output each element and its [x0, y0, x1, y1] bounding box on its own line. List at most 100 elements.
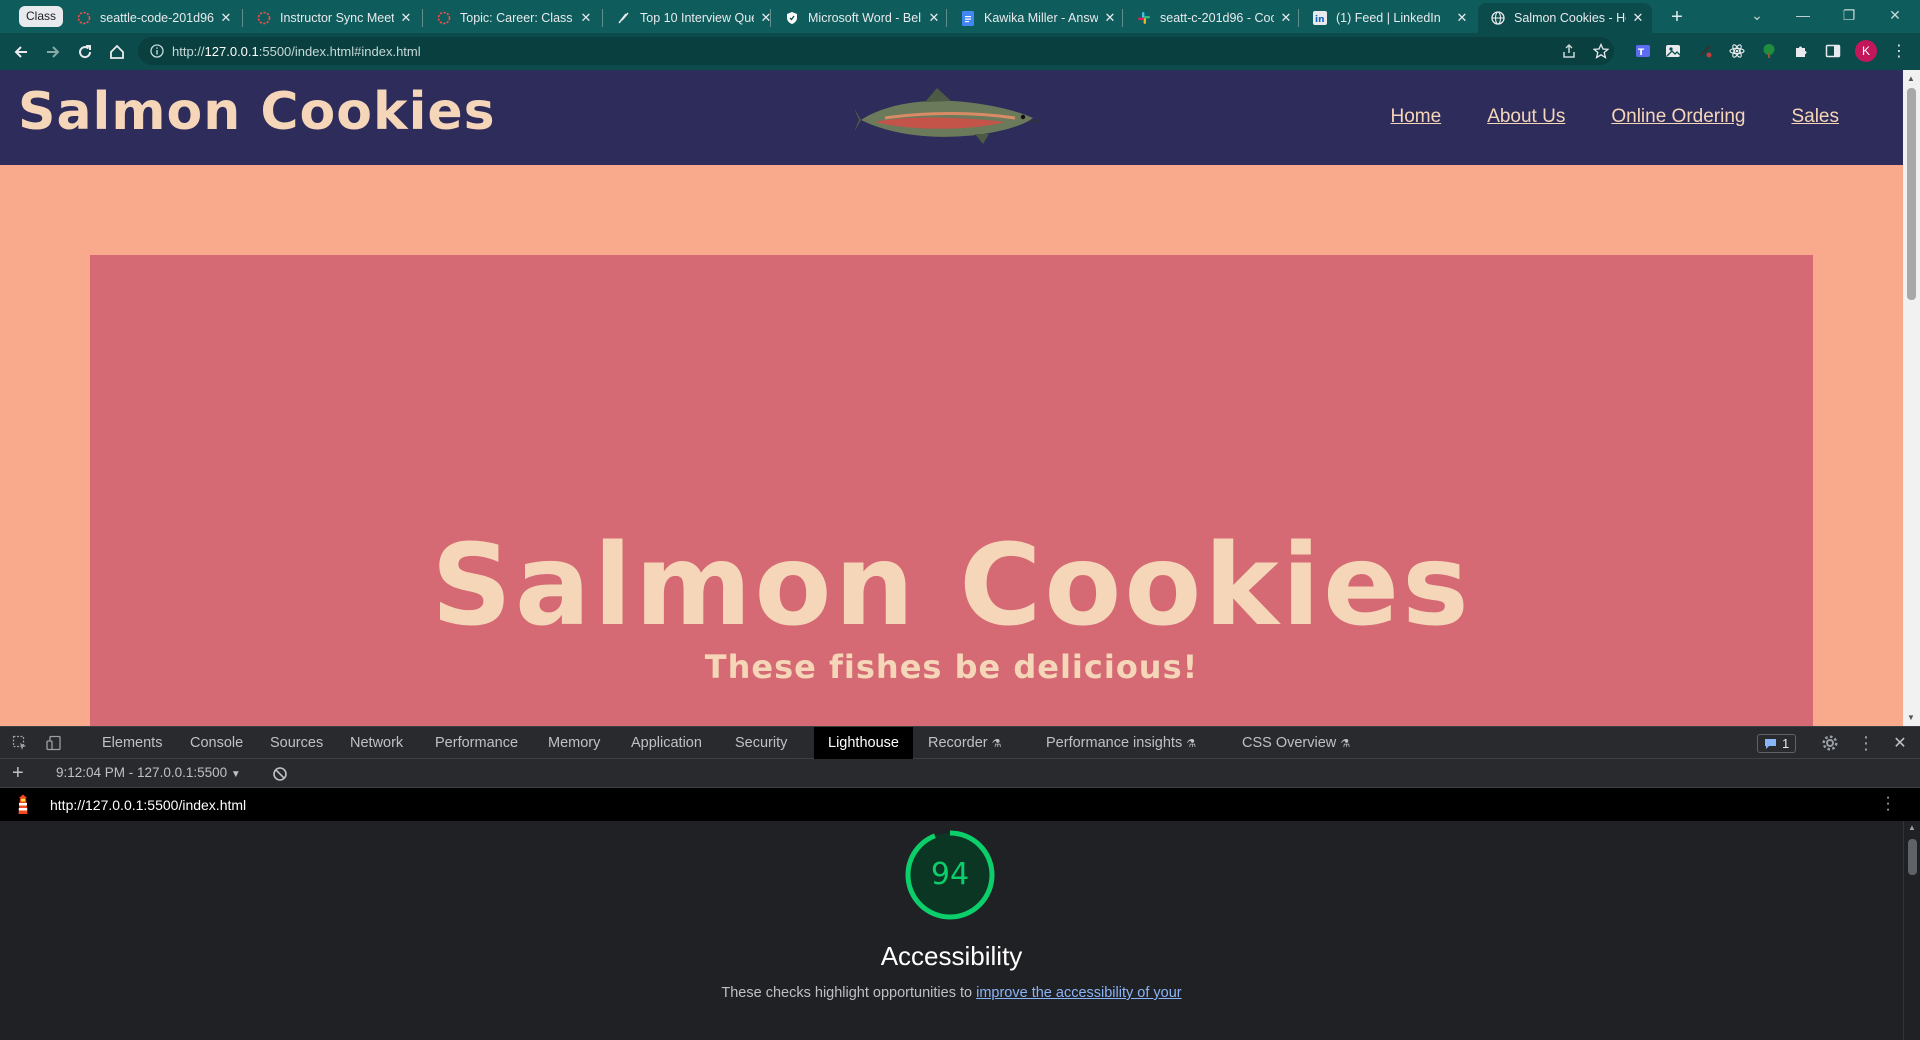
extension-blue-icon[interactable]: T	[1634, 42, 1652, 60]
devtools-tab-sources[interactable]: Sources	[268, 727, 325, 759]
tab-microsoft-word[interactable]: Microsoft Word - Bel ✕	[772, 3, 948, 33]
scrollbar-thumb[interactable]	[1907, 88, 1916, 300]
tab-interview-questions[interactable]: Top 10 Interview Que ✕	[604, 3, 780, 33]
extension-tree-icon[interactable]	[1760, 42, 1778, 60]
devtools-tab-elements[interactable]: Elements	[100, 727, 164, 759]
page-viewport: Salmon Cookies Home About Us Online Orde…	[0, 70, 1903, 726]
close-icon[interactable]: ✕	[1278, 10, 1294, 26]
report-selector[interactable]: 9:12:04 PM - 127.0.0.1:5500 ▼	[56, 765, 241, 780]
nav-link-about-us[interactable]: About Us	[1487, 106, 1565, 128]
close-icon[interactable]: ✕	[578, 10, 594, 26]
tab-topic-career[interactable]: Topic: Career: Class 0 ✕	[424, 3, 600, 33]
devtools-more-icon[interactable]: ⋮	[1856, 733, 1876, 753]
lighthouse-scrollbar[interactable]: ▲	[1903, 821, 1920, 1040]
profile-avatar[interactable]: K	[1855, 40, 1877, 62]
tab-label: CSS Overview	[1242, 735, 1337, 751]
home-icon	[110, 44, 124, 59]
experiment-flask-icon: ⚗	[1340, 738, 1351, 750]
slack-icon	[1136, 10, 1152, 26]
devtools-tab-performance[interactable]: Performance	[433, 727, 520, 759]
extensions-puzzle-icon[interactable]	[1792, 42, 1810, 60]
salmon-fish-image	[855, 88, 1042, 144]
close-devtools-icon[interactable]: ✕	[1890, 733, 1910, 753]
arrow-right-icon	[47, 46, 60, 58]
page-scrollbar[interactable]: ▲ ▼	[1903, 70, 1920, 726]
hero-title: Salmon Cookies	[431, 521, 1472, 651]
browser-tab-strip: Class seattle-code-201d96 ✕ Instructor S…	[0, 0, 1920, 33]
tab-group-chip[interactable]: Class	[19, 6, 64, 27]
close-icon[interactable]: ✕	[1454, 10, 1470, 26]
site-header: Salmon Cookies Home About Us Online Orde…	[0, 70, 1903, 165]
tab-title: (1) Feed | LinkedIn	[1336, 11, 1441, 25]
category-description-text: These checks highlight opportunities to	[721, 985, 973, 1001]
issues-badge[interactable]: 1	[1757, 734, 1797, 753]
inspect-element-icon[interactable]	[10, 733, 30, 753]
home-button[interactable]	[104, 39, 130, 65]
devtools-tab-css-overview[interactable]: CSS Overview ⚗	[1240, 727, 1352, 759]
experiment-flask-icon: ⚗	[991, 738, 1002, 750]
quill-icon	[616, 10, 632, 26]
devtools-tab-recorder[interactable]: Recorder ⚗	[926, 727, 1004, 759]
nav-link-online-ordering[interactable]: Online Ordering	[1611, 106, 1745, 128]
share-icon[interactable]	[1560, 42, 1578, 60]
scroll-down-arrow-icon[interactable]: ▼	[1907, 713, 1915, 722]
extension-image-icon[interactable]	[1664, 42, 1682, 60]
accessibility-score: 94	[930, 857, 970, 892]
tab-salmon-cookies[interactable]: Salmon Cookies - Ho ✕	[1478, 3, 1652, 33]
devtools-tab-lighthouse[interactable]: Lighthouse	[814, 727, 913, 759]
new-tab-button[interactable]: +	[1663, 5, 1691, 29]
tab-linkedin[interactable]: in (1) Feed | LinkedIn ✕	[1300, 3, 1476, 33]
react-devtools-icon[interactable]	[1728, 42, 1746, 60]
tab-google-doc[interactable]: Kawika Miller - Answ ✕	[948, 3, 1124, 33]
tab-seattle-code[interactable]: seattle-code-201d96 ✕	[64, 3, 240, 33]
devtools-tab-security[interactable]: Security	[733, 727, 789, 759]
clear-block-icon[interactable]	[272, 766, 288, 782]
nav-link-sales[interactable]: Sales	[1791, 106, 1839, 128]
close-icon[interactable]: ✕	[1630, 10, 1646, 26]
tab-title: Topic: Career: Class 0	[460, 11, 574, 25]
devtools-tab-performance-insights[interactable]: Performance insights ⚗	[1044, 727, 1198, 759]
devtools-panel: Elements Console Sources Network Perform…	[0, 726, 1920, 1040]
device-toolbar-icon[interactable]	[44, 733, 64, 753]
scroll-up-arrow-icon[interactable]: ▲	[1907, 74, 1915, 83]
bookmark-star-icon[interactable]	[1592, 42, 1610, 60]
devtools-tab-console[interactable]: Console	[188, 727, 245, 759]
close-icon[interactable]: ✕	[926, 10, 942, 26]
issues-count: 1	[1782, 736, 1790, 751]
tab-instructor-sync[interactable]: Instructor Sync Meeti ✕	[244, 3, 420, 33]
report-menu-icon[interactable]: · · ·	[1883, 790, 1893, 818]
tab-separator	[242, 9, 243, 27]
restore-button[interactable]: ❐	[1826, 0, 1872, 30]
extension-rocket-icon[interactable]	[1696, 42, 1714, 60]
address-bar[interactable]: http://127.0.0.1:5500/index.html#index.h…	[138, 37, 1614, 65]
close-window-button[interactable]: ✕	[1872, 0, 1918, 30]
scroll-up-arrow-icon[interactable]: ▲	[1908, 823, 1916, 832]
new-report-plus-icon[interactable]: +	[12, 762, 24, 784]
arrow-left-icon	[14, 46, 27, 58]
reload-button[interactable]	[72, 39, 98, 65]
info-icon[interactable]	[150, 44, 164, 58]
forward-button[interactable]	[40, 39, 66, 65]
minimize-button[interactable]: —	[1780, 0, 1826, 30]
chrome-menu-icon[interactable]: ⋮	[1890, 42, 1908, 60]
side-panel-icon[interactable]	[1824, 42, 1842, 60]
accessibility-docs-link[interactable]: improve the accessibility of your	[976, 985, 1182, 1001]
site-brand: Salmon Cookies	[18, 82, 496, 142]
settings-gear-icon[interactable]	[1820, 733, 1840, 753]
close-icon[interactable]: ✕	[398, 10, 414, 26]
lighthouse-logo-icon	[18, 794, 28, 814]
dropdown-caret-icon: ▼	[230, 769, 241, 780]
back-button[interactable]	[8, 39, 34, 65]
hero-subtitle: These fishes be delicious!	[704, 648, 1199, 686]
devtools-tab-memory[interactable]: Memory	[546, 727, 602, 759]
devtools-tab-application[interactable]: Application	[629, 727, 704, 759]
red-dotted-circle-icon	[436, 10, 452, 26]
tab-search-chevron-icon[interactable]: ⌄	[1734, 0, 1780, 30]
tab-title: Instructor Sync Meeti	[280, 11, 394, 25]
scrollbar-thumb[interactable]	[1908, 839, 1917, 875]
devtools-tab-network[interactable]: Network	[348, 727, 405, 759]
close-icon[interactable]: ✕	[1102, 10, 1118, 26]
nav-link-home[interactable]: Home	[1391, 106, 1442, 128]
close-icon[interactable]: ✕	[218, 10, 234, 26]
tab-slack[interactable]: seatt-c-201d96 - Coc ✕	[1124, 3, 1300, 33]
